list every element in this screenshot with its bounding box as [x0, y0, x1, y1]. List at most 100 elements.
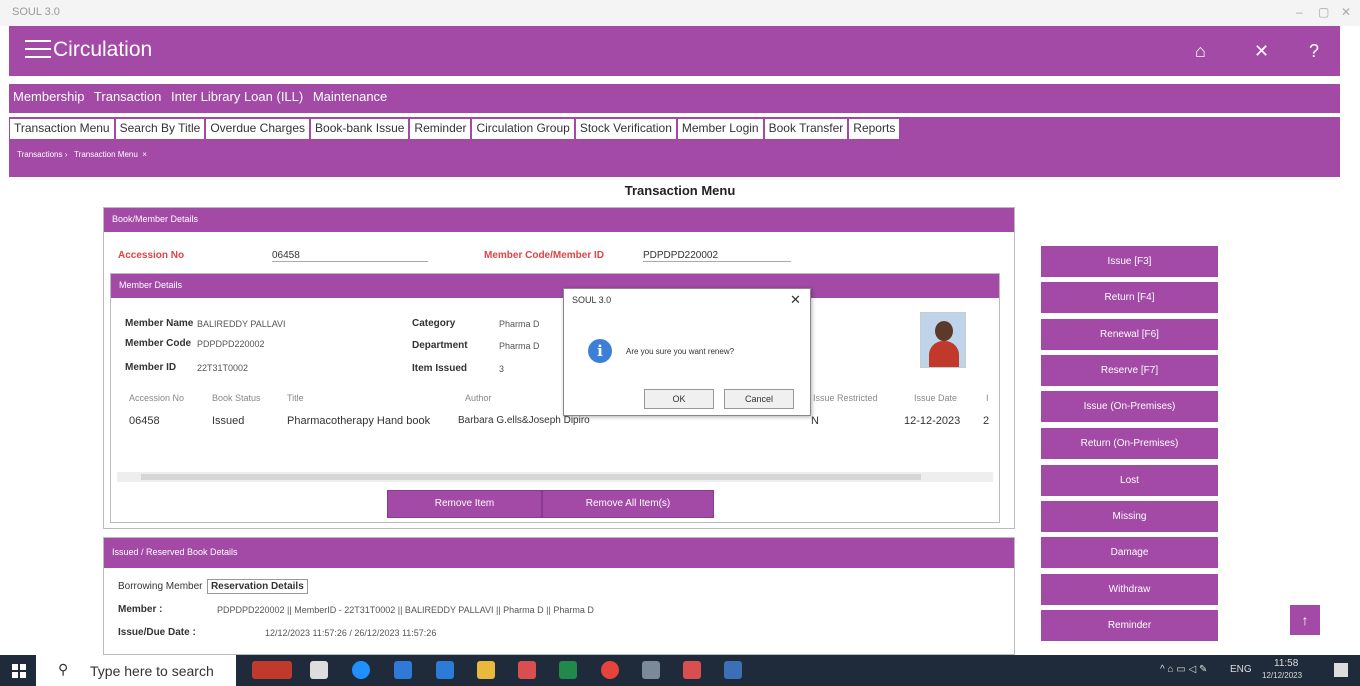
- issue-on-premises-button[interactable]: Issue (On-Premises): [1041, 391, 1218, 422]
- scrollbar-thumb[interactable]: [141, 474, 921, 480]
- damage-button[interactable]: Damage: [1041, 537, 1218, 568]
- task-view-icon[interactable]: [310, 661, 328, 679]
- col-more: I: [986, 393, 989, 403]
- reminder-button[interactable]: Reminder: [1041, 610, 1218, 641]
- tab-transaction-menu[interactable]: Transaction Menu: [10, 119, 116, 139]
- col-author: Author: [465, 393, 492, 403]
- window-close-button[interactable]: ✕: [1341, 5, 1351, 19]
- store-icon[interactable]: [394, 661, 412, 679]
- edge-browser-icon[interactable]: [352, 661, 370, 679]
- col-book-status: Book Status: [212, 393, 261, 403]
- file-explorer-icon[interactable]: [477, 661, 495, 679]
- tab-reservation-details[interactable]: Reservation Details: [206, 579, 308, 594]
- tab-member-login[interactable]: Member Login: [677, 119, 765, 139]
- col-issue-date: Issue Date: [914, 393, 958, 403]
- window-title: SOUL 3.0: [12, 6, 60, 18]
- taskbar-search-placeholder: Type here to search: [90, 663, 214, 679]
- tray-icons[interactable]: ^ ⌂ ▭ ◁ ✎: [1160, 664, 1207, 675]
- clock-time[interactable]: 11:58: [1274, 658, 1298, 669]
- issued-reserved-header: Issued / Reserved Book Details: [104, 538, 1014, 568]
- item-issued-label: Item Issued: [412, 363, 468, 374]
- table-horizontal-scrollbar[interactable]: [117, 472, 993, 482]
- tab-book-transfer[interactable]: Book Transfer: [764, 119, 850, 139]
- sub-menu: Transaction Menu Search By Title Overdue C…: [9, 117, 1340, 141]
- accession-input[interactable]: 06458: [272, 250, 428, 262]
- menu-maintenance[interactable]: Maintenance: [313, 89, 387, 104]
- issue-due-value: 12/12/2023 11:57:26 / 26/12/2023 11:57:2…: [265, 628, 437, 638]
- chrome-icon[interactable]: [601, 661, 619, 679]
- tab-reminder[interactable]: Reminder: [410, 119, 473, 139]
- menu-ill[interactable]: Inter Library Loan (ILL): [171, 89, 303, 104]
- menu-transaction[interactable]: Transaction: [94, 89, 161, 104]
- calculator-icon[interactable]: [642, 661, 660, 679]
- department-label: Department: [412, 340, 468, 351]
- col-title: Title: [287, 393, 304, 403]
- issue-button[interactable]: Issue [F3]: [1041, 246, 1218, 277]
- category-label: Category: [412, 318, 456, 329]
- maximize-button[interactable]: ▢: [1318, 5, 1329, 19]
- dialog-message: Are you sure you want renew?: [626, 347, 735, 356]
- lost-button[interactable]: Lost: [1041, 465, 1218, 496]
- tab-reports[interactable]: Reports: [849, 119, 902, 139]
- app-header: Circulation ⌂ ✕ ?: [9, 26, 1340, 76]
- scroll-top-button[interactable]: ↑: [1290, 605, 1320, 635]
- tab-circulation-group[interactable]: Circulation Group: [472, 119, 576, 139]
- excel-icon[interactable]: [559, 661, 577, 679]
- minimize-button[interactable]: –: [1296, 5, 1303, 19]
- member-summary-label: Member :: [118, 604, 163, 615]
- mail-icon[interactable]: [436, 661, 454, 679]
- return-on-premises-button[interactable]: Return (On-Premises): [1041, 428, 1218, 459]
- return-button[interactable]: Return [F4]: [1041, 282, 1218, 313]
- breadcrumb-transaction-menu[interactable]: Transaction Menu: [74, 150, 138, 159]
- cell-restricted: N: [811, 415, 819, 427]
- member-code-input[interactable]: PDPDPD220002: [643, 250, 791, 262]
- notification-icon[interactable]: [1334, 663, 1348, 677]
- tab-search-by-title[interactable]: Search By Title: [115, 119, 207, 139]
- taskbar-search[interactable]: ⚲ Type here to search: [36, 655, 236, 686]
- tab-stock-verification[interactable]: Stock Verification: [575, 119, 678, 139]
- close-icon[interactable]: ✕: [1254, 41, 1269, 62]
- cell-accession: 06458: [129, 415, 160, 427]
- soul-app-icon[interactable]: [518, 661, 536, 679]
- confirm-dialog: SOUL 3.0 ✕ i Are you sure you want renew…: [563, 288, 811, 416]
- cell-title: Pharmacotherapy Hand book: [287, 415, 431, 427]
- breadcrumb: Transactions › Transaction Menu ×: [9, 141, 1340, 177]
- windows-start-icon[interactable]: [12, 664, 26, 678]
- cell-author: Barbara G.ells&Joseph Dipiro: [458, 415, 590, 426]
- home-icon[interactable]: ⌂: [1195, 41, 1206, 62]
- weather-widget-icon[interactable]: [252, 661, 292, 679]
- issue-due-label: Issue/Due Date :: [118, 627, 196, 638]
- cell-extra: 2: [983, 415, 990, 427]
- menu-membership[interactable]: Membership: [13, 89, 85, 104]
- member-code-value: PDPDPD220002: [197, 339, 265, 349]
- breadcrumb-transactions[interactable]: Transactions ›: [17, 150, 67, 159]
- reserve-button[interactable]: Reserve [F7]: [1041, 355, 1218, 386]
- soul-app-icon-2[interactable]: [683, 661, 701, 679]
- main-menu: Membership Transaction Inter Library Loa…: [9, 84, 1340, 113]
- tab-borrowing-member[interactable]: Borrowing Member: [118, 581, 202, 592]
- department-value: Pharma D: [499, 341, 540, 351]
- dialog-title: SOUL 3.0: [572, 295, 612, 305]
- tab-book-bank-issue[interactable]: Book-bank Issue: [311, 119, 411, 139]
- tab-overdue-charges[interactable]: Overdue Charges: [206, 119, 312, 139]
- remove-all-items-button[interactable]: Remove All Item(s): [542, 490, 714, 518]
- window-titlebar: SOUL 3.0 – ▢ ✕: [0, 0, 1360, 26]
- accession-label: Accession No: [118, 250, 185, 261]
- app-icon[interactable]: [724, 661, 742, 679]
- breadcrumb-close-icon[interactable]: ×: [142, 150, 147, 159]
- dialog-cancel-button[interactable]: Cancel: [724, 389, 794, 409]
- missing-button[interactable]: Missing: [1041, 501, 1218, 532]
- hamburger-menu-icon[interactable]: [25, 40, 51, 60]
- renewal-button[interactable]: Renewal [F6]: [1041, 319, 1218, 350]
- dialog-close-button[interactable]: ✕: [790, 292, 801, 308]
- member-id-label: Member ID: [125, 362, 177, 373]
- help-icon[interactable]: ?: [1309, 41, 1319, 62]
- language-indicator[interactable]: ENG: [1230, 664, 1252, 675]
- withdraw-button[interactable]: Withdraw: [1041, 574, 1218, 605]
- issued-reserved-panel: Issued / Reserved Book Details: [103, 537, 1015, 655]
- clock-date[interactable]: 12/12/2023: [1262, 671, 1302, 680]
- os-taskbar: ⚲ Type here to search ^ ⌂ ▭ ◁ ✎ ENG 11:5…: [0, 655, 1360, 686]
- dialog-ok-button[interactable]: OK: [644, 389, 714, 409]
- remove-item-button[interactable]: Remove Item: [387, 490, 542, 518]
- category-value: Pharma D: [499, 319, 540, 329]
